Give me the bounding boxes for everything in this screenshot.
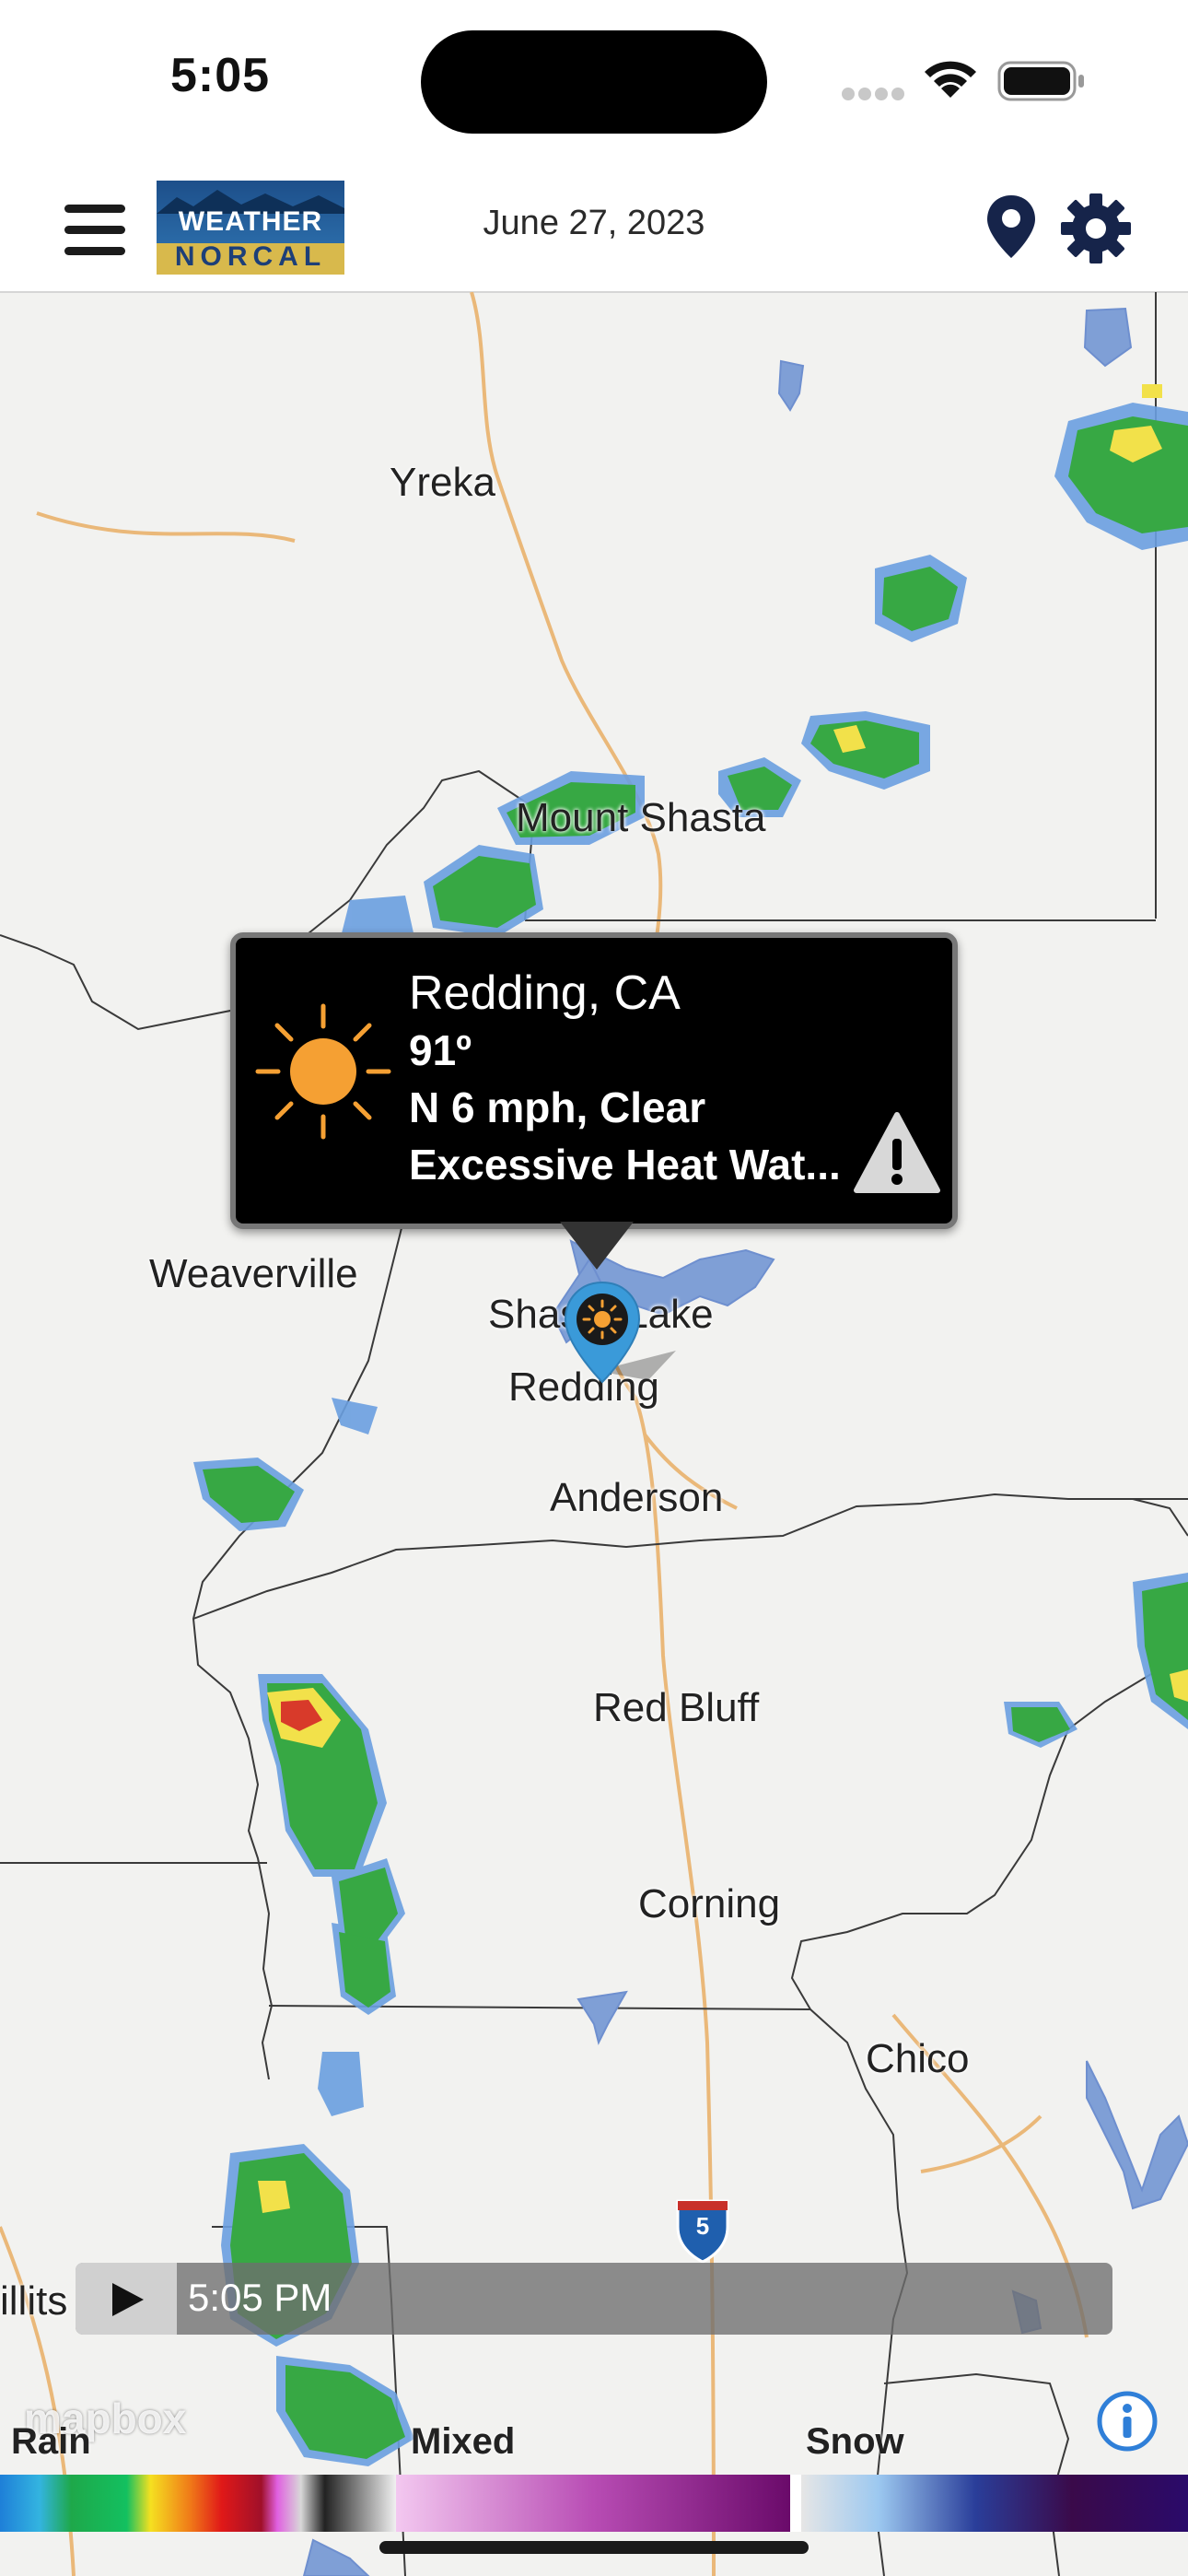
map-base-layer (0, 292, 1188, 2576)
play-button[interactable] (76, 2263, 177, 2335)
logo-line2: NORCAL (174, 241, 327, 272)
weather-popup[interactable]: Redding, CA 91º N 6 mph, Clear Excessive… (230, 932, 958, 1229)
gear-icon[interactable] (1059, 192, 1133, 265)
play-icon (112, 2283, 144, 2316)
city-label-chico: Chico (866, 2036, 970, 2081)
precipitation-legend-bar (0, 2475, 1188, 2532)
city-label-red-bluff: Red Bluff (593, 1685, 760, 1730)
popup-temperature: 91º (409, 1026, 472, 1074)
city-label-willits: illits (0, 2278, 68, 2324)
header-date: June 27, 2023 (483, 204, 705, 242)
location-pin-icon[interactable] (984, 193, 1039, 260)
popup-location: Redding, CA (409, 966, 681, 1020)
city-label-corning: Corning (638, 1881, 781, 1926)
popup-wind-condition: N 6 mph, Clear (409, 1083, 706, 1131)
signal-icon (842, 88, 904, 100)
logo-line1: WEATHER (178, 206, 323, 237)
legend-label-snow: Snow (806, 2421, 904, 2462)
warning-icon[interactable] (853, 1111, 941, 1196)
app-header: WEATHER NORCAL June 27, 2023 (0, 164, 1188, 293)
popup-pointer (560, 1222, 634, 1270)
status-bar: 5:05 (0, 0, 1188, 164)
radar-map[interactable]: Yreka Mount Shasta Weaverville Shasta La… (0, 292, 1188, 2576)
home-indicator[interactable] (379, 2541, 809, 2554)
menu-icon[interactable] (64, 201, 129, 256)
status-time: 5:05 (170, 49, 271, 102)
city-label-anderson: Anderson (550, 1475, 724, 1520)
dynamic-island (421, 30, 767, 134)
popup-alert-text[interactable]: Excessive Heat Wat... (409, 1140, 841, 1189)
battery-icon (997, 61, 1084, 101)
weather-norcal-logo: WEATHER NORCAL (157, 181, 344, 275)
location-marker-icon[interactable] (556, 1279, 685, 1389)
city-label-mount-shasta: Mount Shasta (516, 795, 766, 840)
sun-icon (255, 1003, 391, 1140)
legend-label-rain: Rain (11, 2421, 91, 2462)
wifi-icon (925, 61, 976, 98)
timeline-time: 5:05 PM (188, 2276, 332, 2319)
city-label-weaverville: Weaverville (149, 1251, 358, 1296)
info-icon[interactable] (1096, 2390, 1159, 2453)
legend-label-mixed: Mixed (411, 2421, 516, 2462)
radar-timeline[interactable]: 5:05 PM (76, 2263, 1112, 2335)
interstate-shield-label: 5 (695, 2212, 710, 2240)
city-label-yreka: Yreka (390, 460, 495, 505)
